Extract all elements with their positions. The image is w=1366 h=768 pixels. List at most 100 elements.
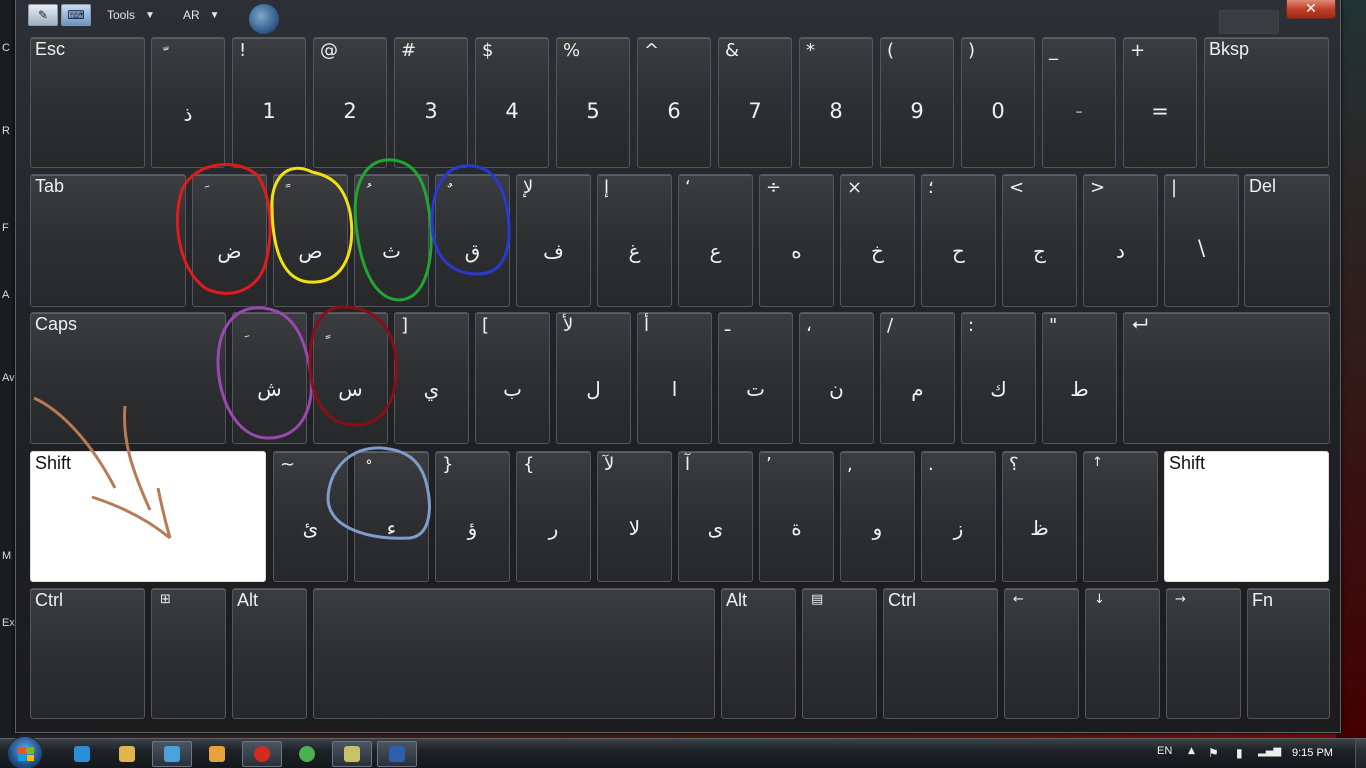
close-icon: ✕: [1305, 1, 1317, 17]
key-i[interactable]: ÷ ه: [759, 174, 834, 307]
language-menu[interactable]: AR ▼: [183, 4, 220, 26]
key-ralt[interactable]: Alt: [721, 588, 796, 719]
key-z[interactable]: ~ ئ: [273, 451, 348, 582]
key-backslash[interactable]: | \: [1164, 174, 1239, 307]
key-left[interactable]: ←: [1004, 588, 1079, 719]
key-w[interactable]: ًص: [273, 174, 348, 307]
key-base-label: ك: [990, 377, 1007, 401]
key-s[interactable]: ٍس: [313, 312, 388, 444]
key-j[interactable]: ـت: [718, 312, 793, 444]
key-equals[interactable]: + =: [1123, 37, 1197, 168]
key-g[interactable]: لأ ل: [556, 312, 631, 444]
key-5[interactable]: % 5: [556, 37, 630, 168]
key-1[interactable]: ! 1: [232, 37, 306, 168]
language-indicator[interactable]: EN: [1157, 745, 1172, 757]
keyboard-icon[interactable]: ⌨: [61, 4, 91, 26]
handwriting-pad-icon[interactable]: ✎: [28, 4, 58, 26]
key-shift-label: لإ: [523, 177, 534, 198]
key-lbracket[interactable]: < ج: [1002, 174, 1077, 307]
key-f[interactable]: [ب: [475, 312, 550, 444]
key-shift-label: &: [725, 40, 740, 61]
key-bksp[interactable]: Bksp: [1204, 37, 1329, 168]
tools-menu[interactable]: Tools ▼: [107, 4, 155, 26]
key-x[interactable]: ْء: [354, 451, 429, 582]
key-win[interactable]: ⊞: [151, 588, 226, 719]
key-y[interactable]: إغ: [597, 174, 672, 307]
key-quote[interactable]: " ط: [1042, 312, 1117, 444]
chrome-taskbar-button[interactable]: [287, 741, 327, 767]
key-shift-label: [: [482, 315, 490, 336]
key-p[interactable]: ؛ ح: [921, 174, 996, 307]
key-up[interactable]: ↑: [1083, 451, 1158, 582]
key-menu[interactable]: ▤: [802, 588, 877, 719]
key-caps[interactable]: Caps: [30, 312, 226, 444]
key-m[interactable]: ’ ة: [759, 451, 834, 582]
key-8[interactable]: * 8: [799, 37, 873, 168]
key-o[interactable]: × خ: [840, 174, 915, 307]
key-k[interactable]: ، ن: [799, 312, 874, 444]
key-n[interactable]: آى: [678, 451, 753, 582]
key-2[interactable]: @2: [313, 37, 387, 168]
chat-taskbar-button[interactable]: [332, 741, 372, 767]
key-lshift[interactable]: Shift: [30, 451, 266, 582]
key-rshift[interactable]: Shift: [1164, 451, 1329, 582]
key-lalt[interactable]: Alt: [232, 588, 307, 719]
network-icon[interactable]: ▂▄▆: [1258, 746, 1281, 757]
key-base-label: ة: [791, 516, 802, 540]
key-del[interactable]: Del: [1244, 174, 1330, 307]
key-9[interactable]: (9: [880, 37, 954, 168]
key-semicolon[interactable]: :ك: [961, 312, 1036, 444]
clock[interactable]: 9:15 PM: [1292, 747, 1333, 759]
key-down[interactable]: ↓: [1085, 588, 1160, 719]
key-right[interactable]: →: [1166, 588, 1241, 719]
key-4[interactable]: $4: [475, 37, 549, 168]
key-3[interactable]: #3: [394, 37, 468, 168]
key-6[interactable]: ^ 6: [637, 37, 711, 168]
key-base-label: ح: [952, 239, 965, 263]
key-base-label: 2: [343, 99, 357, 123]
key-c[interactable]: } ؤ: [435, 451, 510, 582]
key-tab[interactable]: Tab: [30, 174, 186, 307]
key-rctrl[interactable]: Ctrl: [883, 588, 998, 719]
show-hidden-icons[interactable]: ▲: [1188, 746, 1195, 756]
key-rbracket[interactable]: > د: [1083, 174, 1158, 307]
desktop-icon-label: M: [2, 550, 12, 562]
key-7[interactable]: & 7: [718, 37, 792, 168]
word-taskbar-button[interactable]: [377, 741, 417, 767]
key-slash[interactable]: ؟ ظ: [1002, 451, 1077, 582]
show-desktop-button[interactable]: [1355, 739, 1366, 768]
key-period[interactable]: .ز: [921, 451, 996, 582]
key-a[interactable]: ِش: [232, 312, 307, 444]
key-base-label: ق: [464, 239, 481, 263]
key-0[interactable]: ) 0: [961, 37, 1035, 168]
key-backtick[interactable]: ّذ: [151, 37, 225, 168]
key-minus[interactable]: _ -: [1042, 37, 1116, 168]
key-lctrl[interactable]: Ctrl: [30, 588, 145, 719]
media-player-taskbar-button[interactable]: [197, 741, 237, 767]
internet-explorer-taskbar-button[interactable]: [62, 741, 102, 767]
key-q[interactable]: َض: [192, 174, 267, 307]
key-esc[interactable]: Esc: [30, 37, 145, 168]
key-r[interactable]: ٌق: [435, 174, 510, 307]
key-h[interactable]: أا: [637, 312, 712, 444]
key-l[interactable]: / م: [880, 312, 955, 444]
key-space[interactable]: [313, 588, 715, 719]
key-comma[interactable]: ,و: [840, 451, 915, 582]
power-icon[interactable]: ▮: [1236, 746, 1243, 760]
key-e[interactable]: ُث: [354, 174, 429, 307]
key-enter[interactable]: ⮠: [1123, 311, 1330, 444]
opera-taskbar-button[interactable]: [242, 741, 282, 767]
skype-taskbar-button[interactable]: [152, 741, 192, 767]
media-player-icon: [209, 746, 225, 762]
key-t[interactable]: لإ ف: [516, 174, 591, 307]
key-u[interactable]: ‘ع: [678, 174, 753, 307]
key-b[interactable]: لآ لا: [597, 451, 672, 582]
key-v[interactable]: {ر: [516, 451, 591, 582]
close-button[interactable]: ✕: [1286, 0, 1336, 19]
key-fn[interactable]: Fn: [1247, 588, 1330, 719]
start-button[interactable]: [7, 736, 43, 768]
key-shift-label: لأ: [563, 315, 574, 336]
key-d[interactable]: ] ي: [394, 312, 469, 444]
action-center-icon[interactable]: ⚑: [1208, 746, 1219, 760]
windows-explorer-taskbar-button[interactable]: [107, 741, 147, 767]
